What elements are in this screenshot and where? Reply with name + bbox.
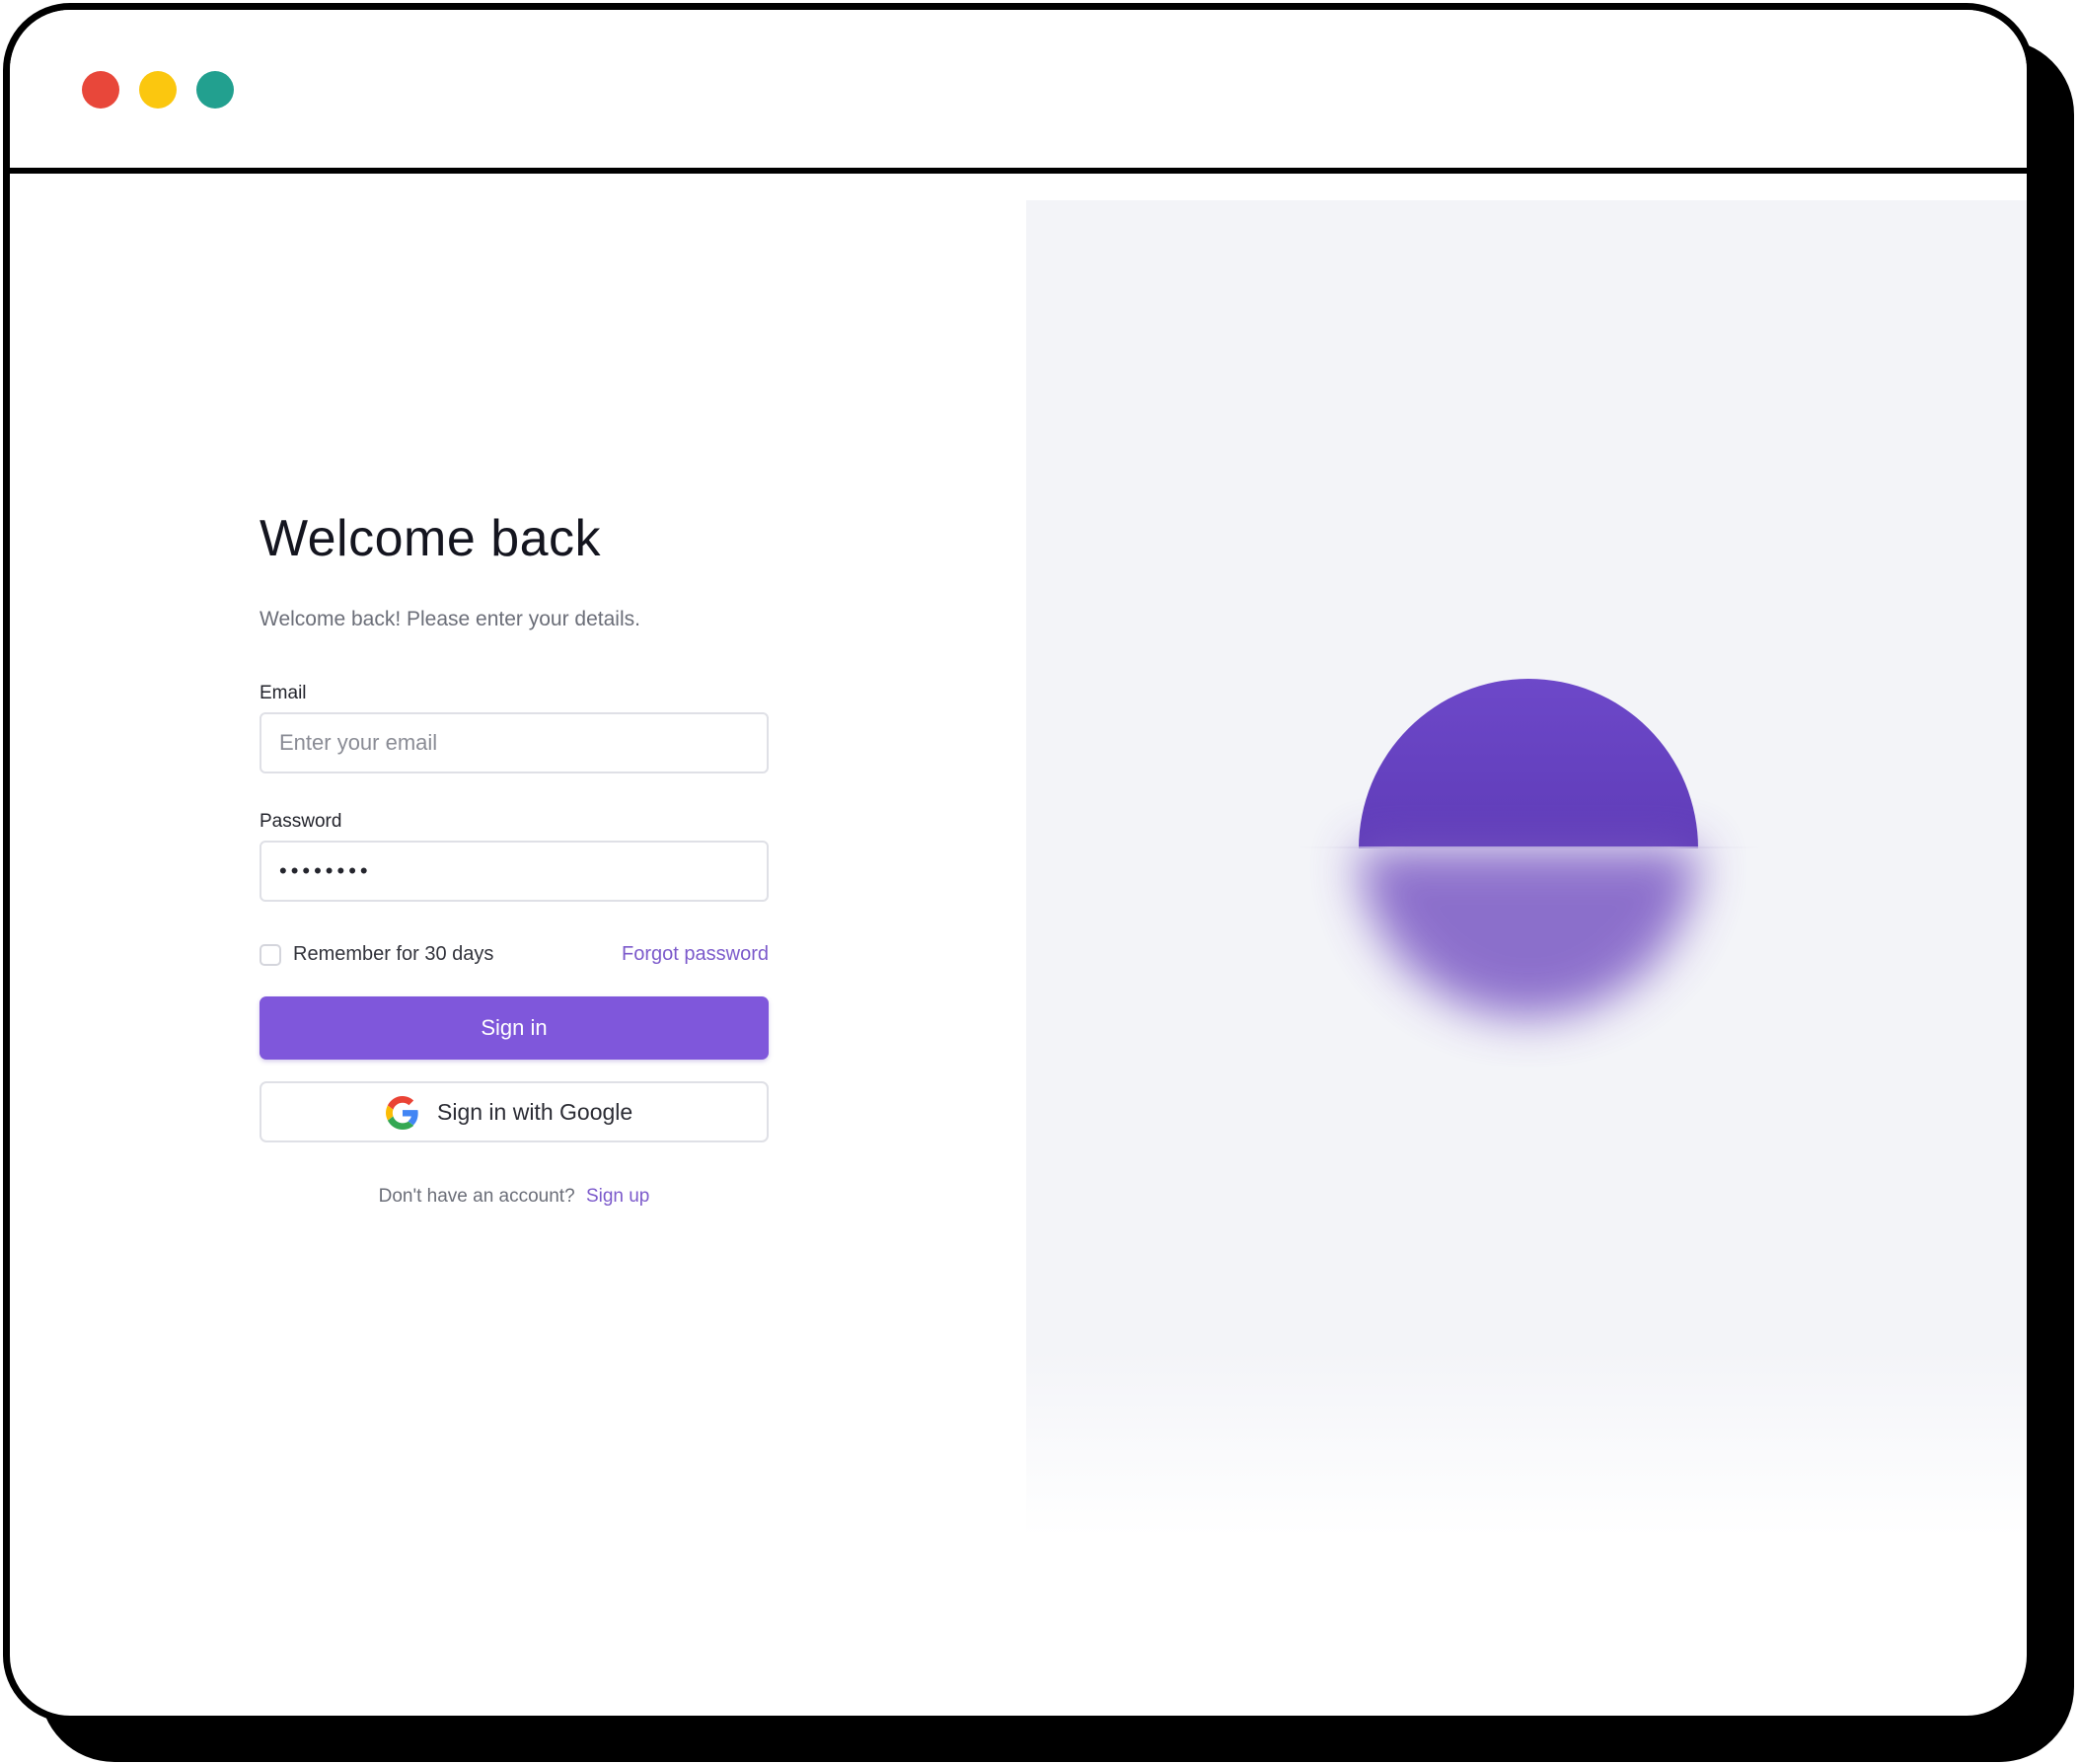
browser-window: Welcome back Welcome back! Please enter … (3, 3, 2034, 1723)
window-titlebar (10, 10, 2027, 174)
signup-prompt: Don't have an account? (378, 1186, 575, 1207)
password-input[interactable] (260, 841, 769, 902)
close-window-button[interactable] (82, 71, 119, 109)
email-label: Email (260, 683, 307, 703)
page-content: Welcome back Welcome back! Please enter … (10, 174, 2027, 1716)
email-input[interactable] (260, 712, 769, 773)
minimize-window-button[interactable] (139, 71, 177, 109)
remember-row: Remember for 30 days Forgot password (260, 941, 769, 971)
sun-illustration (1359, 679, 1698, 848)
google-sign-in-button[interactable]: Sign in with Google (260, 1081, 769, 1142)
maximize-window-button[interactable] (196, 71, 234, 109)
sign-up-link[interactable]: Sign up (586, 1186, 649, 1207)
google-icon (386, 1096, 419, 1130)
page-title: Welcome back (260, 510, 602, 567)
sign-in-button[interactable]: Sign in (260, 996, 769, 1060)
illustration-panel (1026, 200, 2027, 1537)
forgot-password-link[interactable]: Forgot password (622, 943, 769, 966)
remember-checkbox[interactable] (260, 944, 281, 966)
signup-row: Don't have an account? Sign up (260, 1186, 769, 1208)
password-label: Password (260, 811, 342, 832)
page-subtitle: Welcome back! Please enter your details. (260, 608, 640, 630)
sun-reflection (1359, 847, 1698, 1017)
google-sign-in-label: Sign in with Google (437, 1099, 633, 1125)
screenshot-stage: Welcome back Welcome back! Please enter … (0, 0, 2080, 1764)
remember-label[interactable]: Remember for 30 days (293, 943, 493, 966)
